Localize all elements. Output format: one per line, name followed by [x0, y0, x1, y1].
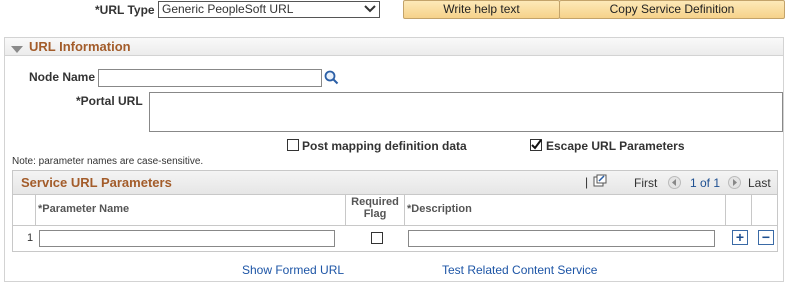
view-all-icon[interactable]: [593, 174, 607, 190]
post-mapping-checkbox[interactable]: [287, 139, 299, 151]
copy-service-definition-button[interactable]: Copy Service Definition: [559, 0, 785, 19]
portal-url-label: *Portal URL: [76, 94, 143, 108]
delete-column-header: [752, 194, 777, 226]
case-sensitive-note: Note: parameter names are case-sensitive…: [12, 156, 204, 167]
node-name-label: Node Name: [29, 70, 96, 84]
post-mapping-label: Post mapping definition data: [302, 139, 467, 153]
nav-range: 1 of 1: [690, 176, 721, 190]
parameter-name-header: *Parameter Name: [36, 194, 346, 226]
row-number-header: [13, 194, 36, 226]
required-flag-header: Required Flag: [346, 194, 405, 226]
description-input[interactable]: [408, 230, 715, 247]
section-title: URL Information: [29, 39, 131, 54]
checkmark-icon: [531, 139, 542, 150]
portal-url-textarea[interactable]: [149, 92, 783, 132]
divider-bar: |: [585, 175, 589, 189]
plus-icon: +: [735, 229, 745, 245]
service-url-parameters-grid: Service URL Parameters | First 1 of 1 La…: [12, 170, 778, 252]
table-row: 1 + −: [13, 226, 777, 251]
chevron-down-icon: [363, 3, 377, 19]
node-name-input[interactable]: [98, 69, 322, 87]
escape-url-parameters-label: Escape URL Parameters: [546, 139, 685, 153]
nav-first-link[interactable]: First: [634, 176, 657, 190]
url-information-section-header[interactable]: URL Information: [4, 37, 784, 56]
url-type-value: Generic PeopleSoft URL: [162, 2, 294, 16]
grid-header: Service URL Parameters | First 1 of 1 La…: [13, 171, 777, 195]
delete-row-button[interactable]: −: [758, 230, 774, 245]
escape-url-parameters-checkbox[interactable]: [530, 139, 542, 151]
description-header: *Description: [405, 194, 726, 226]
lookup-search-icon[interactable]: [324, 70, 339, 88]
previous-icon[interactable]: [668, 176, 681, 189]
next-icon[interactable]: [728, 176, 741, 189]
add-column-header: [726, 194, 752, 226]
required-flag-header-line1: Required: [351, 196, 399, 208]
nav-last-link[interactable]: Last: [748, 176, 771, 190]
url-type-label: *URL Type: [95, 3, 155, 17]
test-related-content-service-link[interactable]: Test Related Content Service: [442, 263, 597, 277]
show-formed-url-link[interactable]: Show Formed URL: [242, 263, 344, 277]
row-number: 1: [27, 232, 34, 244]
required-flag-checkbox[interactable]: [371, 232, 383, 244]
parameter-name-input[interactable]: [39, 230, 335, 247]
grid-title: Service URL Parameters: [21, 175, 172, 190]
add-row-button[interactable]: +: [732, 230, 748, 245]
collapse-triangle-icon[interactable]: [11, 43, 23, 57]
minus-icon: −: [761, 229, 771, 245]
description-header-label: *Description: [407, 203, 472, 215]
parameter-name-header-label: *Parameter Name: [38, 203, 130, 215]
required-flag-header-line2: Flag: [363, 208, 387, 220]
url-type-select[interactable]: Generic PeopleSoft URL: [158, 1, 380, 18]
write-help-text-button[interactable]: Write help text: [403, 0, 560, 19]
